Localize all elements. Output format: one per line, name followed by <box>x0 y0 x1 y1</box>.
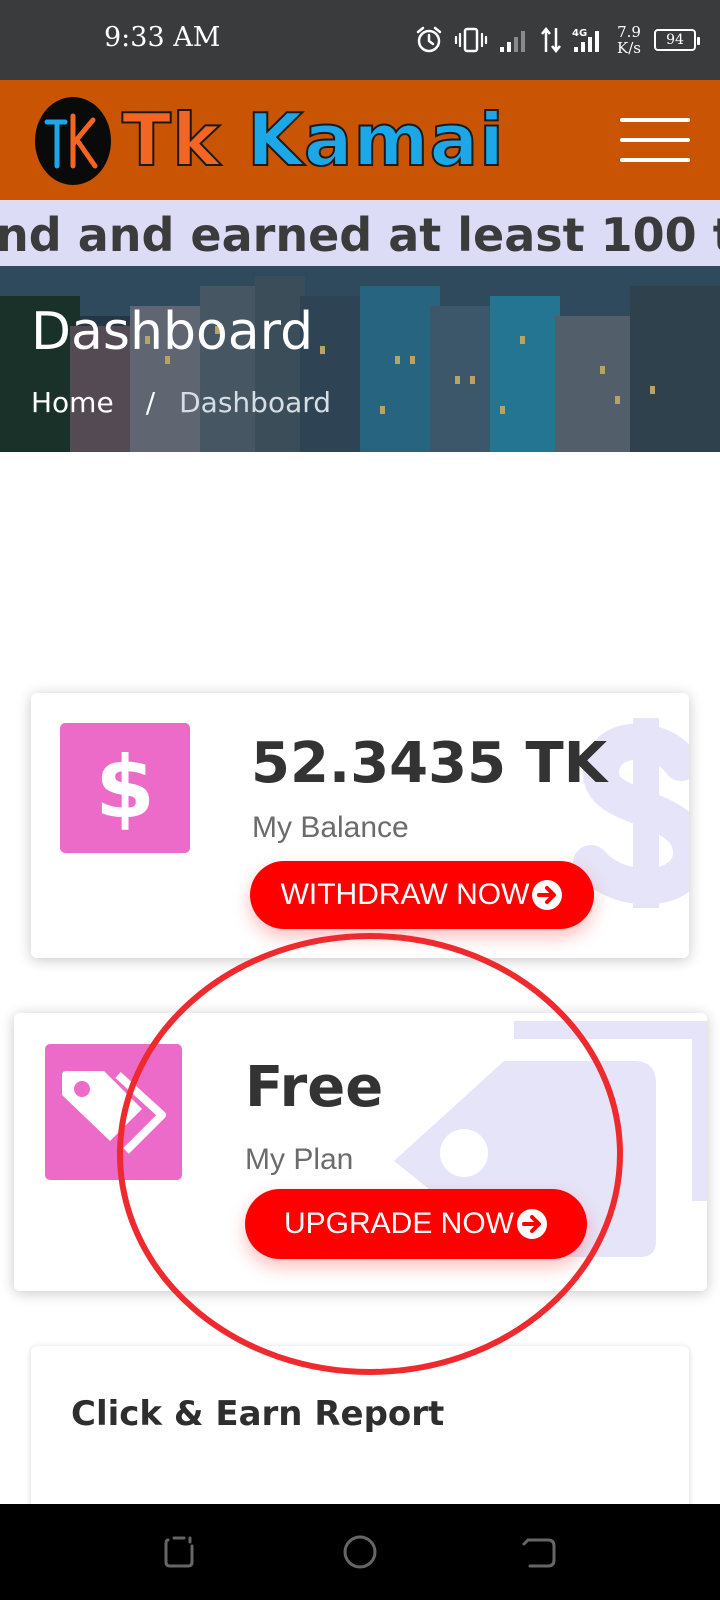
screen: 9:33 AM 4G 7.9 K/s 94 Tk Kamai nd and ea… <box>0 0 720 1600</box>
page-hero: Dashboard Home / Dashboard <box>0 266 720 452</box>
balance-card: $ 52.3435 TK My Balance WITHDRAW NOW <box>31 693 689 958</box>
status-time: 9:33 AM <box>104 22 221 53</box>
logo-wordmark[interactable]: Tk Kamai <box>121 98 505 182</box>
withdraw-button-label: WITHDRAW NOW <box>280 878 530 911</box>
data-arrows-icon <box>541 26 561 54</box>
dollar-icon: $ <box>60 723 190 853</box>
status-bar: 9:33 AM 4G 7.9 K/s 94 <box>0 0 720 80</box>
signal-icon <box>500 31 525 52</box>
site-header: Tk Kamai <box>0 80 720 200</box>
arrow-circle-right-icon <box>532 880 563 910</box>
net-speed: 7.9 K/s <box>617 23 641 57</box>
battery-icon: 94 <box>654 29 700 51</box>
breadcrumb-home-link[interactable]: Home <box>31 386 114 419</box>
logo-mark-icon[interactable] <box>33 96 113 186</box>
balance-label: My Balance <box>252 811 409 844</box>
hamburger-menu-icon[interactable] <box>620 118 690 162</box>
logo-tk: Tk <box>121 98 221 182</box>
breadcrumb: Home / Dashboard <box>31 386 331 419</box>
vibrate-icon <box>454 27 488 53</box>
announcement-marquee: nd and earned at least 100 tk fr <box>0 200 720 266</box>
page-title: Dashboard <box>31 302 314 362</box>
withdraw-now-button[interactable]: WITHDRAW NOW <box>250 861 594 929</box>
battery-level: 94 <box>666 32 684 48</box>
svg-text:4G: 4G <box>572 28 587 39</box>
home-icon[interactable] <box>340 1532 380 1572</box>
report-title: Click & Earn Report <box>71 1394 445 1434</box>
back-icon[interactable] <box>520 1532 560 1572</box>
balance-value: 52.3435 TK <box>251 731 608 796</box>
recent-apps-icon[interactable] <box>160 1532 200 1572</box>
breadcrumb-separator: / <box>145 386 156 419</box>
marquee-text: nd and earned at least 100 tk fr <box>0 208 720 262</box>
system-nav-bar <box>0 1504 720 1600</box>
signal-4g-icon: 4G <box>572 28 599 52</box>
breadcrumb-current: Dashboard <box>179 386 332 419</box>
logo-kamai: Kamai <box>246 98 505 182</box>
alarm-icon <box>416 26 442 53</box>
annotation-circle <box>117 933 623 1375</box>
status-icons: 4G 7.9 K/s 94 <box>414 18 700 62</box>
